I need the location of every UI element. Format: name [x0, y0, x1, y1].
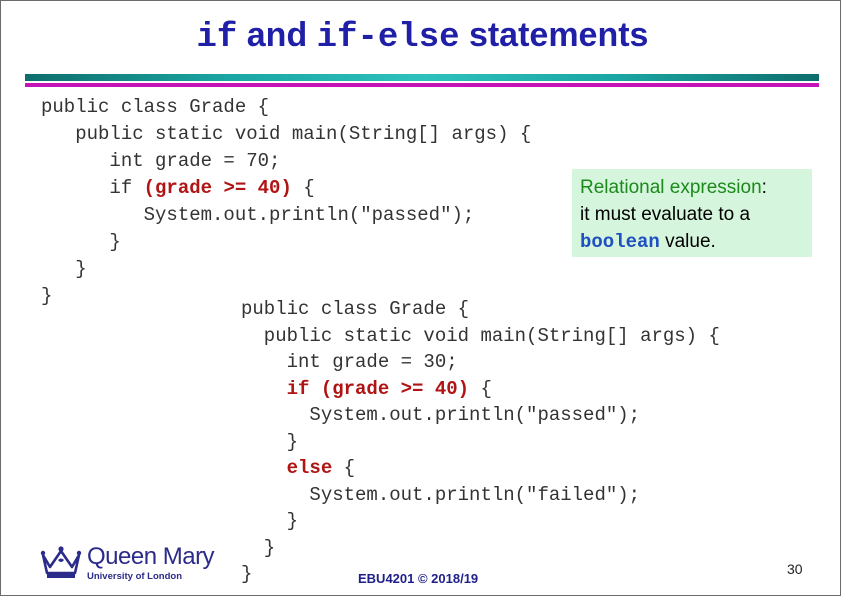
- relational-expression-note: Relational expression: it must evaluate …: [572, 169, 812, 257]
- slide: if and if-else statements public class G…: [0, 0, 841, 596]
- code-line: }: [41, 285, 53, 307]
- title-statements-text: statements: [459, 16, 649, 54]
- note-line-3: boolean value.: [580, 228, 804, 256]
- if-condition: if (grade >= 40): [286, 377, 470, 400]
- code-line: System.out.println("failed");: [241, 483, 641, 506]
- code-line: public static void main(String[] args) {: [41, 123, 532, 145]
- note-line-1: Relational expression:: [580, 174, 804, 201]
- code-text: {: [291, 177, 315, 199]
- page-number: 30: [787, 561, 803, 577]
- crown-icon: [40, 546, 82, 578]
- title-keyword-if-else: if-else: [316, 19, 460, 57]
- title-divider-purple: [25, 83, 819, 87]
- code-line: public class Grade {: [241, 298, 470, 320]
- code-block-if-else: public class Grade { public static void …: [241, 296, 720, 588]
- note-colon: :: [761, 177, 767, 198]
- code-line: System.out.println("passed");: [241, 404, 641, 426]
- note-value-text: value.: [659, 231, 716, 252]
- code-text: if: [41, 177, 144, 199]
- note-highlight: Relational expression: [580, 177, 762, 198]
- logo-subtitle: University of London: [87, 571, 182, 582]
- code-line: }: [41, 231, 121, 253]
- title-and-text: and: [237, 16, 317, 54]
- title-divider-teal: [25, 74, 819, 81]
- logo-name: Queen Mary: [87, 543, 215, 570]
- relational-expression: (grade >= 40): [143, 177, 292, 199]
- code-line: public static void main(String[] args) {: [241, 324, 720, 347]
- code-line: }: [41, 258, 87, 280]
- code-line: public class Grade {: [41, 96, 270, 118]
- footer-course-code: EBU4201 © 2018/19: [358, 571, 479, 586]
- code-text: {: [332, 457, 356, 479]
- queen-mary-logo: Queen Mary University of London: [39, 543, 215, 587]
- note-boolean-keyword: boolean: [580, 231, 660, 253]
- else-keyword: else: [286, 457, 333, 479]
- code-line: if (grade >= 40) {: [241, 378, 492, 400]
- code-line: }: [241, 563, 253, 585]
- code-block-if: public class Grade { public static void …: [41, 94, 531, 310]
- title-keyword-if: if: [196, 19, 238, 57]
- code-line: }: [241, 536, 276, 559]
- slide-title: if and if-else statements: [1, 9, 843, 64]
- code-line: }: [241, 430, 299, 453]
- code-line: int grade = 30;: [241, 351, 458, 373]
- code-text: {: [469, 377, 492, 400]
- code-line: }: [241, 510, 299, 532]
- code-line: int grade = 70;: [41, 150, 281, 172]
- code-line: if (grade >= 40) {: [41, 177, 315, 199]
- note-line-2: it must evaluate to a: [580, 204, 751, 225]
- code-line: System.out.println("passed");: [41, 204, 475, 226]
- code-line: else {: [241, 457, 355, 479]
